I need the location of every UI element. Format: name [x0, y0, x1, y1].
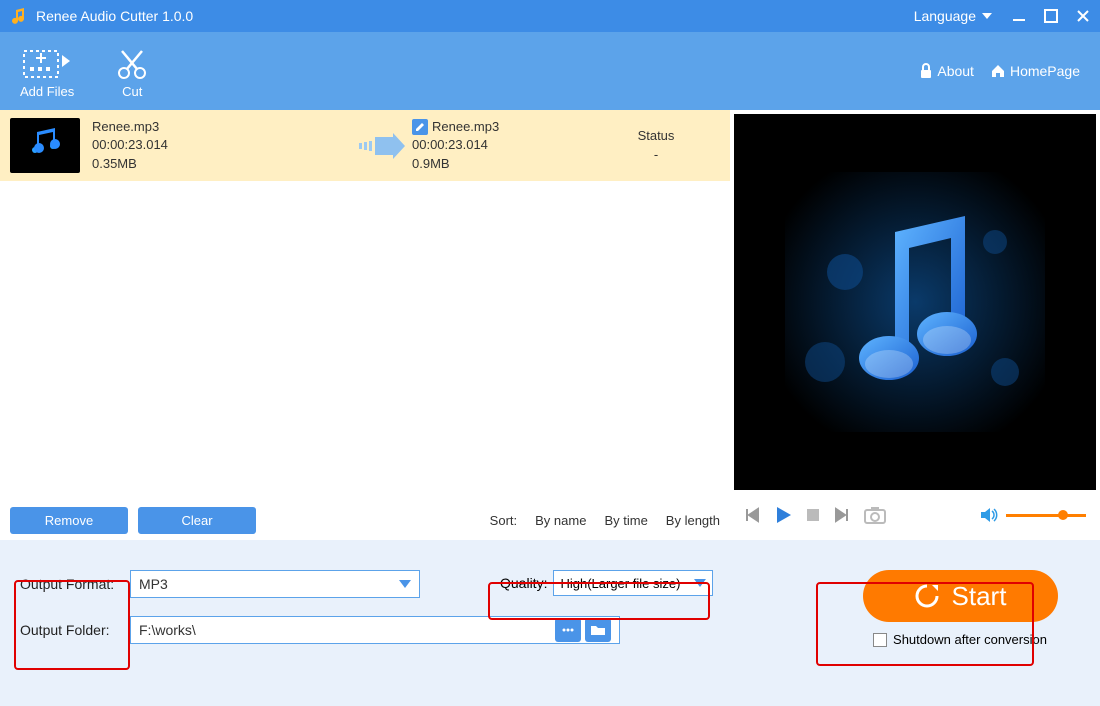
start-label: Start — [952, 581, 1007, 612]
music-note-artwork — [785, 172, 1045, 432]
app-title: Renee Audio Cutter 1.0.0 — [36, 8, 914, 24]
file-row[interactable]: Renee.mp3 00:00:23.014 0.35MB Renee.mp3 — [0, 110, 730, 181]
output-folder-input[interactable]: F:\works\ — [130, 616, 620, 644]
source-info: Renee.mp3 00:00:23.014 0.35MB — [92, 118, 352, 173]
language-label: Language — [914, 8, 976, 24]
start-button[interactable]: Start — [863, 570, 1058, 622]
output-folder-value: F:\works\ — [139, 622, 551, 638]
chevron-down-icon — [982, 13, 992, 19]
sort-by-name[interactable]: By name — [535, 513, 586, 528]
refresh-icon — [914, 583, 940, 609]
cut-label: Cut — [122, 84, 142, 99]
add-files-label: Add Files — [20, 84, 74, 99]
open-folder-button[interactable] — [585, 618, 611, 642]
lock-icon — [919, 63, 933, 79]
window-buttons — [1012, 9, 1090, 23]
app-logo-icon — [10, 7, 28, 25]
file-list-panel: Renee.mp3 00:00:23.014 0.35MB Renee.mp3 — [0, 110, 730, 540]
output-folder-label: Output Folder: — [20, 622, 130, 638]
quality-label: Quality: — [500, 575, 547, 591]
bottom-panel: Output Format: MP3 Output Folder: F:\wor… — [0, 540, 1100, 706]
sort-label: Sort: — [490, 513, 517, 528]
main-area: Renee.mp3 00:00:23.014 0.35MB Renee.mp3 — [0, 110, 1100, 540]
add-files-icon — [22, 44, 72, 84]
toolbar-links: About HomePage — [919, 63, 1080, 79]
edit-icon[interactable] — [412, 119, 428, 135]
titlebar: Renee Audio Cutter 1.0.0 Language — [0, 0, 1100, 32]
quality-group: Quality: High(Larger file size) — [500, 570, 713, 596]
volume-control — [980, 507, 1086, 523]
play-button[interactable] — [774, 506, 792, 524]
volume-icon[interactable] — [980, 507, 998, 523]
about-label: About — [937, 63, 974, 79]
source-duration: 00:00:23.014 — [92, 136, 352, 154]
sort-controls: Sort: By name By time By length — [490, 513, 720, 528]
add-files-button[interactable]: Add Files — [20, 44, 74, 99]
home-icon — [990, 63, 1006, 79]
volume-slider[interactable] — [1006, 514, 1086, 517]
output-format-dropdown[interactable]: MP3 — [130, 570, 420, 598]
destination-info: Renee.mp3 00:00:23.014 0.9MB — [412, 118, 592, 173]
destination-size: 0.9MB — [412, 155, 592, 173]
quality-value: High(Larger file size) — [560, 576, 680, 591]
list-footer: Remove Clear Sort: By name By time By le… — [0, 500, 730, 540]
destination-filename: Renee.mp3 — [432, 118, 499, 136]
output-format-label: Output Format: — [20, 576, 130, 592]
maximize-button[interactable] — [1044, 9, 1058, 23]
chevron-down-icon — [694, 579, 706, 587]
source-size: 0.35MB — [92, 155, 352, 173]
shutdown-checkbox[interactable] — [873, 633, 887, 647]
minimize-button[interactable] — [1012, 9, 1026, 23]
playback-controls — [730, 490, 1100, 540]
folder-menu-button[interactable] — [555, 618, 581, 642]
clear-button[interactable]: Clear — [138, 507, 256, 534]
language-selector[interactable]: Language — [914, 8, 992, 24]
preview-viewport — [734, 114, 1096, 490]
arrow-icon — [352, 133, 412, 159]
close-button[interactable] — [1076, 9, 1090, 23]
sort-by-time[interactable]: By time — [604, 513, 647, 528]
sort-by-length[interactable]: By length — [666, 513, 720, 528]
destination-duration: 00:00:23.014 — [412, 136, 592, 154]
homepage-label: HomePage — [1010, 63, 1080, 79]
homepage-link[interactable]: HomePage — [990, 63, 1080, 79]
toolbar: Add Files Cut About HomePage — [0, 32, 1100, 110]
snapshot-button[interactable] — [864, 506, 886, 524]
remove-button[interactable]: Remove — [10, 507, 128, 534]
file-list: Renee.mp3 00:00:23.014 0.35MB Renee.mp3 — [0, 110, 730, 500]
output-format-value: MP3 — [139, 576, 168, 592]
status-value: - — [592, 146, 720, 164]
shutdown-checkbox-row[interactable]: Shutdown after conversion — [873, 632, 1047, 647]
status-header: Status — [592, 127, 720, 145]
cut-button[interactable]: Cut — [114, 44, 150, 99]
stop-button[interactable] — [806, 508, 820, 522]
next-button[interactable] — [834, 507, 850, 523]
preview-panel — [730, 110, 1100, 540]
status-column: Status - — [592, 127, 720, 163]
prev-button[interactable] — [744, 507, 760, 523]
shutdown-label: Shutdown after conversion — [893, 632, 1047, 647]
quality-dropdown[interactable]: High(Larger file size) — [553, 570, 713, 596]
about-link[interactable]: About — [919, 63, 974, 79]
cut-icon — [114, 44, 150, 84]
file-thumbnail — [10, 118, 80, 173]
source-filename: Renee.mp3 — [92, 118, 352, 136]
chevron-down-icon — [399, 580, 411, 588]
